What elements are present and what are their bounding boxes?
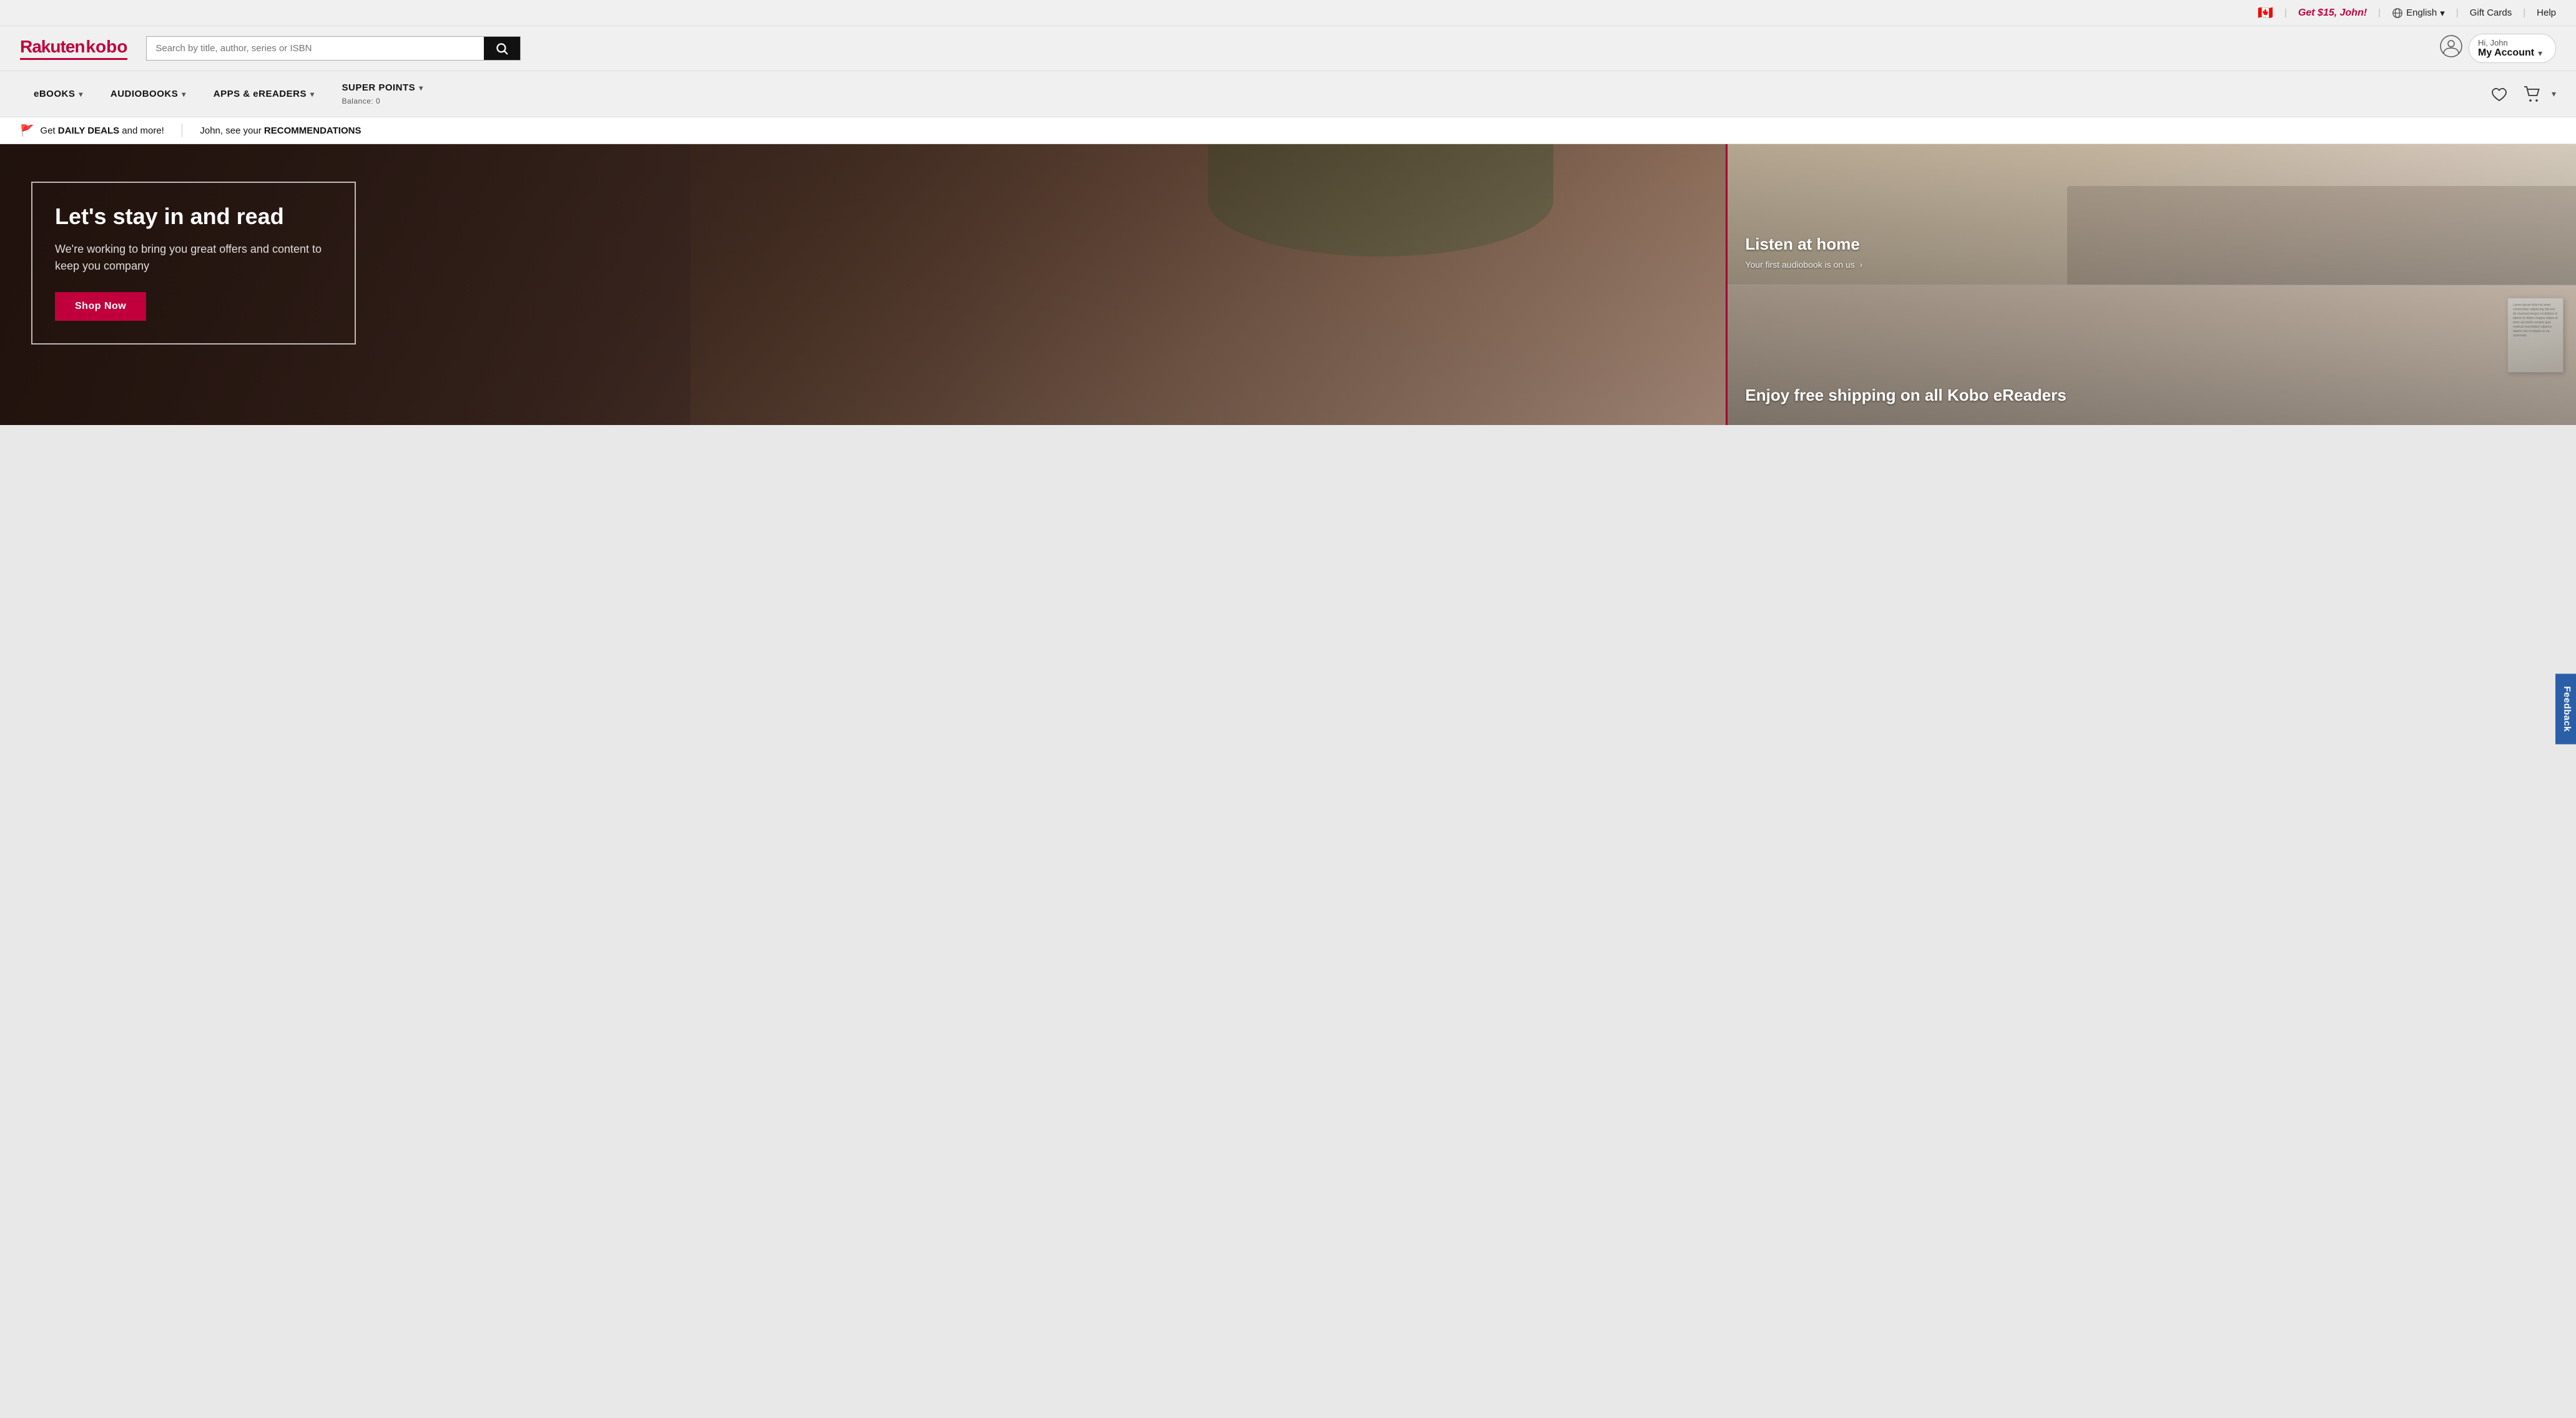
shop-now-button[interactable]: Shop Now	[55, 292, 146, 321]
notification-bar: 🚩 Get DAILY DEALS and more! John, see yo…	[0, 117, 2576, 144]
panel1-content: Listen at home Your first audiobook is o…	[1745, 235, 1862, 269]
superpoints-chevron: ▾	[419, 84, 423, 92]
account-button[interactable]: Hi, John My Account ▾	[2469, 34, 2556, 63]
logo-rakuten: Rakuten	[20, 37, 84, 57]
nav-bar: eBOOKS ▾ AUDIOBOOKS ▾ APPS & eREADERS ▾ …	[0, 71, 2576, 117]
logo-kobo: kobo	[86, 37, 127, 57]
canada-flag: 🇨🇦	[2258, 5, 2273, 21]
notif-separator	[182, 124, 183, 137]
ebooks-chevron: ▾	[79, 90, 83, 99]
lang-label: English	[2406, 7, 2437, 18]
search-button[interactable]	[484, 37, 520, 60]
hero-content: Let's stay in and read We're working to …	[31, 182, 1726, 345]
panel1-title: Listen at home	[1745, 235, 1862, 254]
notif-flag-icon: 🚩	[20, 124, 34, 137]
logo-underline	[20, 58, 127, 60]
hero-panel-audiobook[interactable]: Listen at home Your first audiobook is o…	[1728, 144, 2576, 285]
giftcards-link[interactable]: Gift Cards	[2470, 7, 2512, 18]
language-selector[interactable]: English ▾	[2392, 7, 2445, 19]
hero-right-panels: Listen at home Your first audiobook is o…	[1726, 144, 2576, 425]
panel1-arrow: ›	[1860, 260, 1863, 270]
lang-chevron: ▾	[2440, 7, 2445, 19]
cart-button[interactable]	[2517, 82, 2548, 107]
feedback-tab[interactable]: Feedback	[2555, 673, 2576, 744]
hero-section: Let's stay in and read We're working to …	[0, 144, 2576, 425]
nav-audiobooks[interactable]: AUDIOBOOKS ▾	[97, 77, 200, 110]
hero-box: Let's stay in and read We're working to …	[31, 182, 356, 345]
panel1-sub[interactable]: Your first audiobook is on us ›	[1745, 260, 1862, 270]
header: Rakuten kobo Hi, John My Account ▾	[0, 26, 2576, 71]
search-bar	[146, 36, 521, 61]
panel2-title: Enjoy free shipping on all Kobo eReaders	[1745, 386, 2066, 405]
audiobooks-chevron: ▾	[182, 90, 186, 99]
hero-main-banner: Let's stay in and read We're working to …	[0, 144, 1726, 425]
search-icon	[495, 42, 509, 56]
notif-deals-text[interactable]: Get DAILY DEALS and more!	[40, 125, 164, 136]
account-icon	[2440, 35, 2462, 62]
hero-panel-ereader[interactable]: Lorem ipsum dolor sit amet consectetur a…	[1728, 285, 2576, 426]
nav-icons: ▾	[2484, 76, 2556, 113]
hero-subtitle: We're working to bring you great offers …	[55, 241, 332, 275]
nav-ebooks[interactable]: eBOOKS ▾	[20, 77, 97, 110]
panel2-content: Enjoy free shipping on all Kobo eReaders	[1745, 386, 2066, 410]
promo-text: Get $15, John!	[2298, 7, 2367, 19]
wishlist-button[interactable]	[2484, 82, 2514, 107]
logo[interactable]: Rakuten kobo	[20, 37, 127, 60]
account-chevron: ▾	[2538, 48, 2542, 59]
cart-chevron: ▾	[2552, 89, 2556, 99]
help-link[interactable]: Help	[2537, 7, 2556, 18]
nav-superpoints[interactable]: SUPER POINTS ▾ Balance: 0	[328, 71, 437, 117]
top-bar: 🇨🇦 | Get $15, John! | English ▾ | Gift C…	[0, 0, 2576, 26]
account-label: My Account	[2478, 47, 2534, 59]
hero-title: Let's stay in and read	[55, 203, 332, 230]
search-input[interactable]	[147, 37, 484, 60]
account-area[interactable]: Hi, John My Account ▾	[2440, 34, 2556, 63]
nav-apps[interactable]: APPS & eREADERS ▾	[200, 77, 328, 110]
account-greeting: Hi, John	[2478, 38, 2508, 47]
apps-chevron: ▾	[310, 90, 315, 99]
notif-recommendations[interactable]: John, see your RECOMMENDATIONS	[200, 125, 361, 136]
globe-icon	[2392, 7, 2403, 19]
